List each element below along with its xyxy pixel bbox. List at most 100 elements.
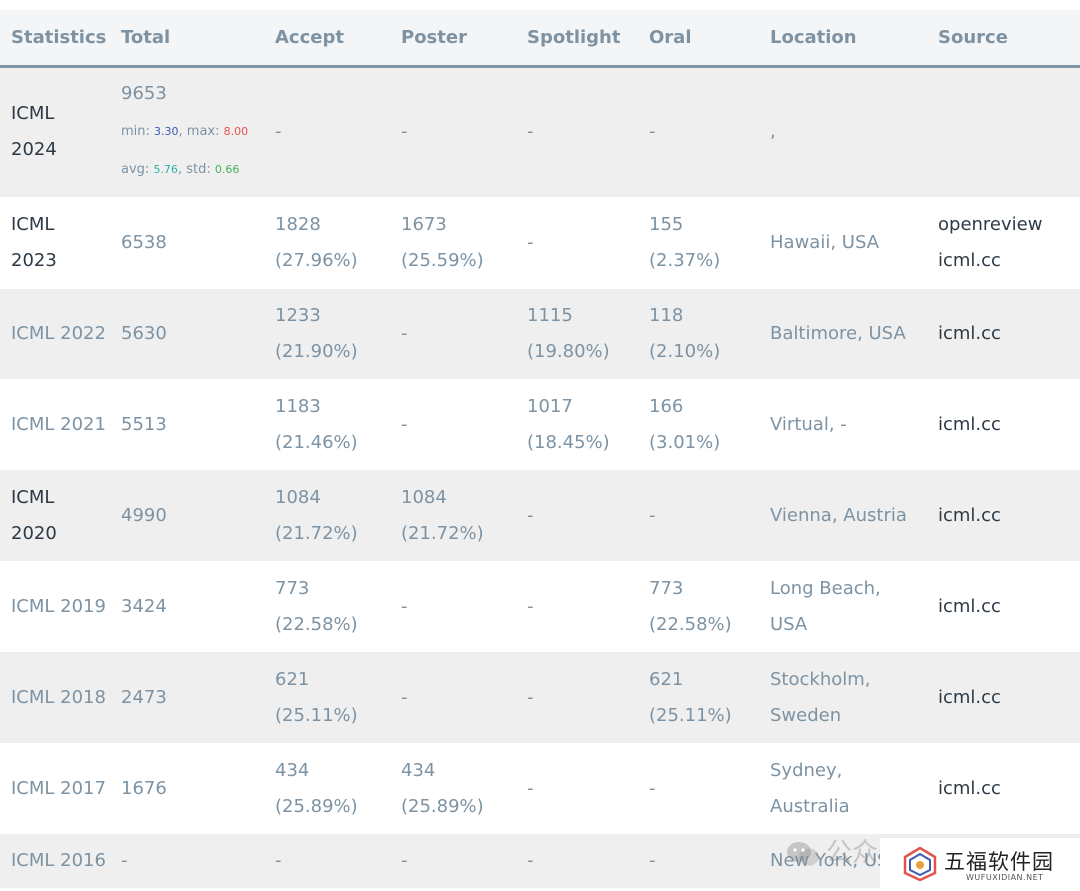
cell-line: (25.59%)	[401, 250, 484, 271]
cell-line: ICML 2016	[11, 850, 106, 871]
cell-line: (25.89%)	[275, 795, 358, 817]
cell-total: 1676	[121, 777, 167, 799]
cell-total: 2473	[121, 686, 167, 708]
cell-line: (21.72%)	[275, 522, 358, 544]
table-row: ICML 2022 5630 1233 (21.90%) -1115 (19.80%) 11…	[0, 289, 1080, 379]
cell-spotlight: -	[516, 561, 638, 652]
cell-poster: -	[390, 561, 516, 652]
cell-accept: 434 (25.89%)	[264, 743, 390, 834]
cell-line: -	[527, 777, 534, 799]
cell-poster: -	[390, 379, 516, 470]
conference-year-line: 2024	[11, 139, 57, 161]
header-poster[interactable]: Poster	[390, 10, 516, 66]
cell-line: 621 (25.11%)	[275, 668, 358, 726]
cell-location: Virtual, -	[759, 379, 927, 470]
cell-line: (18.45%)	[527, 431, 610, 453]
cell-total: 9653 min: 3.30, max: 8.00 avg: 5.76, std…	[110, 66, 264, 197]
cell-line: Hawaii, USA	[770, 232, 880, 253]
cell-line: (25.11%)	[649, 704, 732, 726]
cell-statistics: ICML 2024	[0, 66, 110, 197]
header-spotlight[interactable]: Spotlight	[516, 10, 638, 66]
cell-line: 1084	[401, 486, 447, 508]
cell-line: 118 (2.10%)	[649, 305, 721, 362]
cell-location: Baltimore, USA	[759, 289, 927, 379]
cell-line: USA	[770, 613, 808, 635]
cell-line: Vienna, Austria	[770, 504, 907, 526]
cell-line: icml.cc	[938, 250, 1001, 271]
avg-value: 5.76	[153, 163, 178, 177]
table-row: ICML 2020 4990 1084 (21.72%) 1084 (21.72%) - - Vi…	[0, 470, 1080, 561]
cell-location: Vienna, Austria	[759, 470, 927, 561]
cell-location: ,	[770, 121, 776, 143]
cell-line: ICML	[11, 214, 55, 235]
min-label: min:	[121, 124, 155, 140]
table-header-row: Statistics Total Accept Poster Spotlight…	[0, 10, 1080, 66]
header-statistics[interactable]: Statistics	[0, 10, 110, 66]
cell-total: -	[121, 850, 128, 871]
cell-line: 2023	[11, 250, 57, 271]
header-oral[interactable]: Oral	[638, 10, 759, 66]
header-total[interactable]: Total	[110, 10, 264, 66]
std-value: 0.66	[214, 163, 240, 177]
cell-source[interactable]: icml.cc	[927, 652, 1080, 743]
cell-line: ICML 2019	[11, 595, 106, 617]
cell-line: -	[401, 413, 408, 435]
cell-line: -	[527, 850, 534, 871]
table-row: ICML 2018 2473 621 (25.11%) - - 621 (25.11%) St…	[0, 652, 1080, 743]
cell-accept: 1233 (21.90%)	[264, 289, 390, 379]
cell-line: icml.cc	[938, 777, 1001, 799]
cell-line: 155 (2.37%)	[649, 214, 721, 271]
cell-line: 773	[275, 577, 310, 599]
cell-spotlight: -	[516, 197, 638, 289]
cell-line: -	[401, 323, 408, 344]
cell-poster: 1673 (25.59%)	[390, 197, 516, 289]
cell-source[interactable]	[927, 66, 1080, 197]
header-location[interactable]: Location	[759, 10, 927, 66]
conference-stats-table: Statistics Total Accept Poster Spotlight…	[0, 10, 1080, 888]
cell-oral: -	[638, 834, 759, 888]
cell-oral: 166 (3.01%)	[638, 379, 759, 470]
cell-source[interactable]: openreview icml.cc	[927, 197, 1080, 289]
cell-line: 773	[649, 577, 684, 599]
cell-line: (21.72%)	[401, 522, 484, 544]
header-source[interactable]: Source	[927, 10, 1080, 66]
table-row-icml-2024: ICML 2024 9653 min: 3.30, max: 8.00 avg:…	[0, 66, 1080, 197]
cell-line: -	[527, 504, 534, 526]
cell-statistics: ICML 2020	[0, 470, 110, 561]
cell-source[interactable]: icml.cc	[927, 289, 1080, 379]
max-label: , max:	[178, 124, 224, 140]
cell-statistics: ICML 2019	[0, 561, 110, 652]
cell-line: Australia	[770, 795, 850, 817]
cell-statistics: ICML 2018	[0, 652, 110, 743]
cell-spotlight: -	[516, 652, 638, 743]
site-logo: 五福软件园 WUFUXIDIAN.NET	[880, 838, 1080, 891]
header-accept[interactable]: Accept	[264, 10, 390, 66]
conference-stats-table-container: Statistics Total Accept Poster Spotlight…	[0, 10, 1080, 888]
cell-spotlight: -	[527, 121, 534, 143]
cell-line: icml.cc	[938, 323, 1001, 344]
cell-line: 1017	[527, 395, 573, 417]
cell-poster: -	[390, 652, 516, 743]
cell-line: Virtual, -	[770, 413, 847, 435]
cell-oral: -	[638, 470, 759, 561]
cell-line: ICML 2017	[11, 777, 106, 799]
cell-source[interactable]: icml.cc	[927, 379, 1080, 470]
cell-line: 1828	[275, 214, 321, 235]
score-avg-std: avg: 5.76, std: 0.66	[121, 151, 264, 189]
cell-source[interactable]: icml.cc	[927, 470, 1080, 561]
cell-line: 621	[649, 668, 684, 690]
cell-line: -	[401, 850, 408, 871]
cell-location: Sydney, Australia	[759, 743, 927, 834]
cell-source[interactable]: icml.cc	[927, 743, 1080, 834]
cell-spotlight: -	[516, 743, 638, 834]
cell-line: (27.96%)	[275, 250, 358, 271]
cell-total: 5513	[121, 413, 167, 435]
cell-total: 5630	[121, 323, 167, 344]
cell-oral: -	[649, 121, 656, 143]
cell-line: (25.89%)	[401, 795, 484, 817]
cell-source[interactable]: icml.cc	[927, 561, 1080, 652]
cell-accept: 1828 (27.96%)	[264, 197, 390, 289]
table-row: ICML 2019 3424 773 (22.58%) - - 773 (22.58%) Lon…	[0, 561, 1080, 652]
cell-total: 6538	[121, 232, 167, 253]
cell-poster: 1084 (21.72%)	[390, 470, 516, 561]
